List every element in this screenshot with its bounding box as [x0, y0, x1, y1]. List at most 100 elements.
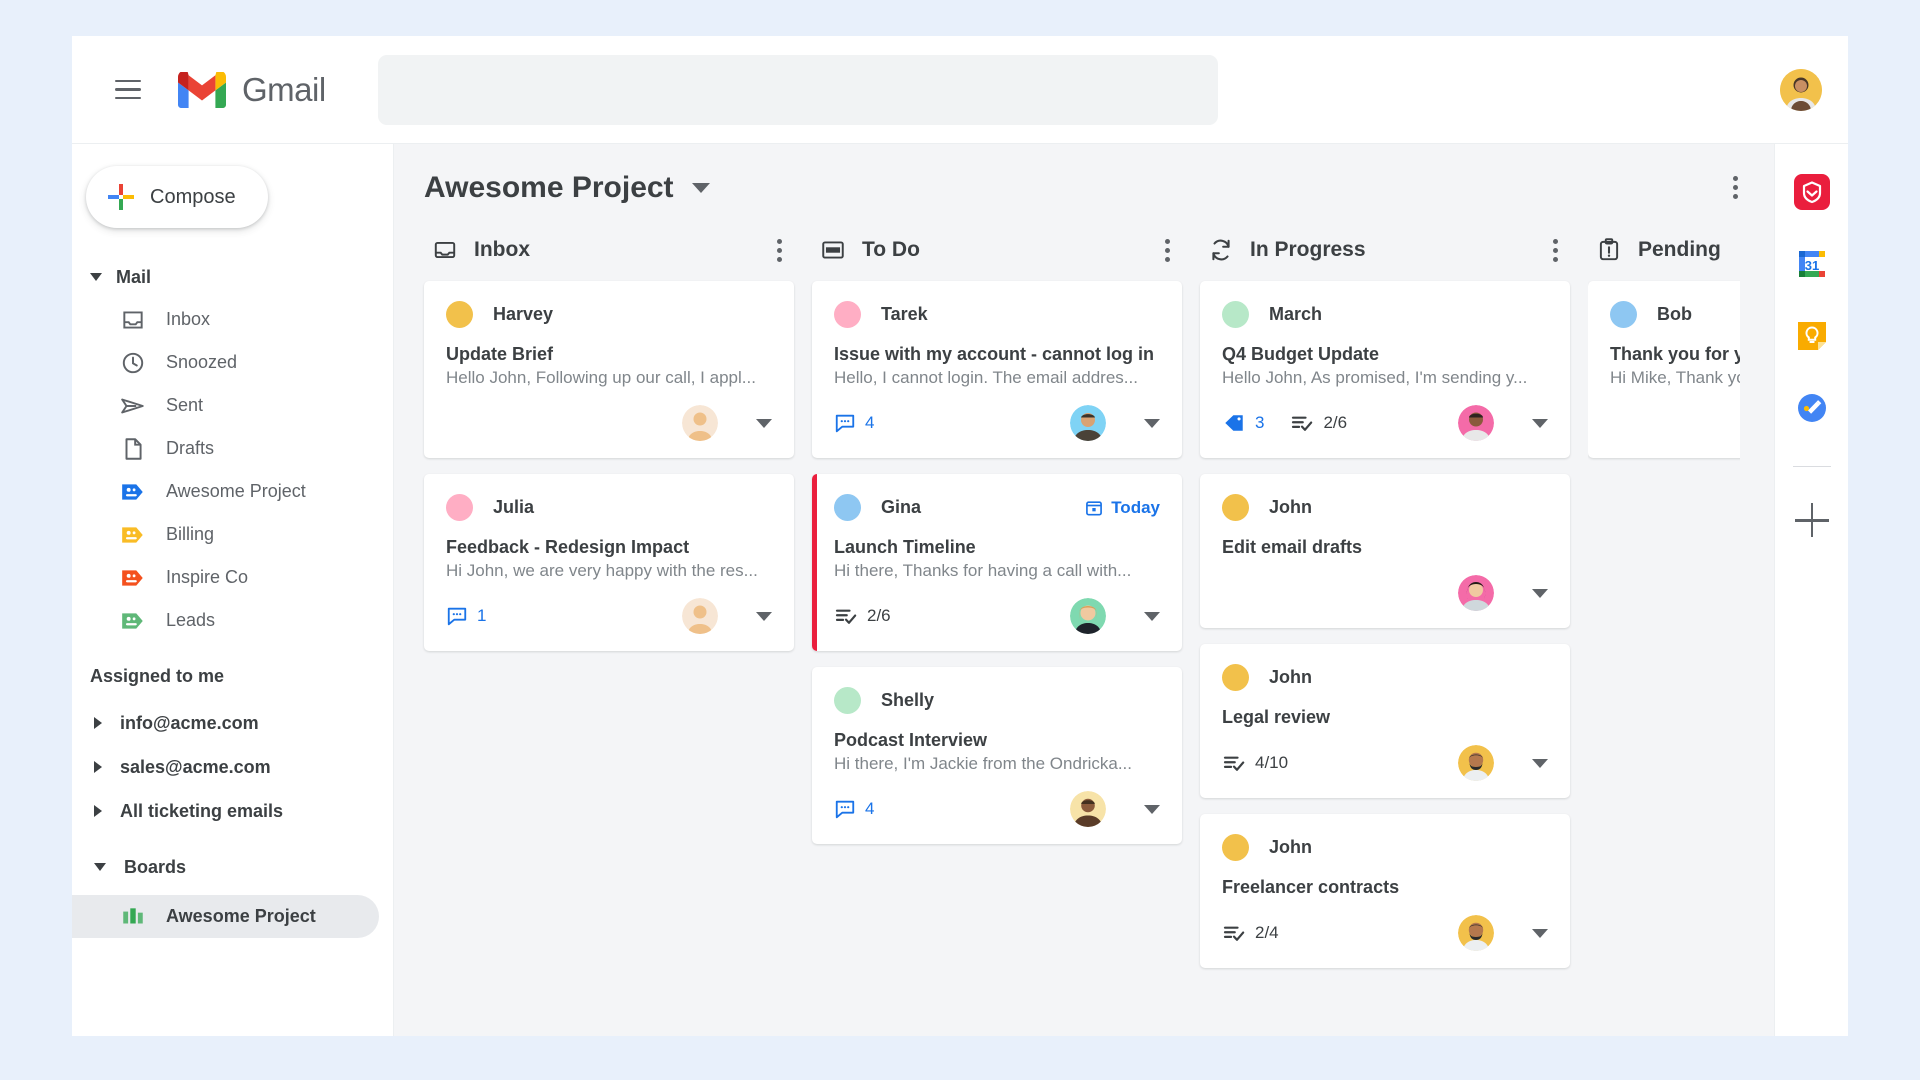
card-snippet: Hello, I cannot login. The email addres.… — [834, 368, 1138, 387]
card-snippet: Hello John, As promised, I'm sending y..… — [1222, 368, 1528, 387]
chevron-right-icon[interactable] — [94, 761, 102, 773]
card-assignee-avatar[interactable] — [682, 598, 718, 634]
add-app-button[interactable] — [1794, 503, 1829, 537]
clipboard-alert-icon — [1599, 238, 1619, 261]
card-comment-badge[interactable]: 4 — [834, 412, 874, 434]
left-sidebar: Compose Mail Inbox Snoozed Sent Drafts A… — [72, 144, 394, 1036]
sender-avatar-dot — [834, 494, 861, 521]
compose-label: Compose — [150, 185, 236, 208]
sidebar-item-billing-label: Billing — [166, 524, 215, 544]
card-checklist-badge[interactable]: 4/10 — [1222, 752, 1288, 774]
board-column-pending: Pending Bob Thank you for your help Hi M… — [1588, 219, 1740, 1025]
sidebar-item-drafts[interactable]: Drafts — [72, 427, 379, 470]
board-card[interactable]: March Q4 Budget Update Hello John, As pr… — [1200, 281, 1570, 458]
board-card[interactable]: Bob Thank you for your help Hi Mike, Tha… — [1588, 281, 1740, 458]
column-header-in-progress: In Progress — [1200, 219, 1570, 281]
card-assignee-dropdown-icon[interactable] — [1532, 588, 1548, 598]
calendar-icon — [1086, 500, 1103, 515]
card-assignee-avatar[interactable] — [1458, 405, 1494, 441]
card-subject: Freelancer contracts — [1222, 877, 1400, 897]
card-assignee-dropdown-icon[interactable] — [1532, 928, 1548, 938]
column-overflow-menu-icon[interactable] — [1159, 233, 1176, 268]
board-card[interactable]: Harvey Update Brief Hello John, Followin… — [424, 281, 794, 458]
chevron-right-icon[interactable] — [94, 717, 102, 729]
card-assignee-dropdown-icon[interactable] — [1144, 611, 1160, 621]
card-footer: 2/4 — [1222, 914, 1548, 952]
card-assignee-avatar[interactable] — [682, 405, 718, 441]
card-subject: Podcast Interview — [834, 730, 988, 750]
gmail-brand[interactable]: Gmail — [178, 71, 326, 109]
sidebar-item-billing[interactable]: Billing — [72, 513, 379, 556]
compose-button[interactable]: Compose — [86, 166, 268, 228]
card-assignee-dropdown-icon[interactable] — [1144, 418, 1160, 428]
search-bar[interactable] — [377, 54, 1218, 125]
sender-avatar-dot — [834, 301, 861, 328]
board-card[interactable]: John Freelancer contracts 2/4 — [1200, 814, 1570, 968]
board-card[interactable]: Shelly Podcast Interview Hi there, I'm J… — [812, 667, 1182, 844]
card-due-badge[interactable]: Today — [1084, 498, 1160, 518]
sidebar-item-snoozed[interactable]: Snoozed — [72, 341, 379, 384]
card-assignee-dropdown-icon[interactable] — [1144, 804, 1160, 814]
card-assignee-avatar[interactable] — [1070, 791, 1106, 827]
body-row: Compose Mail Inbox Snoozed Sent Drafts A… — [72, 144, 1848, 1036]
chevron-down-icon[interactable] — [90, 273, 102, 281]
card-assignee-avatar[interactable] — [1070, 405, 1106, 441]
board-column-inbox: Inbox Harvey Update Brief Hello John, Fo… — [424, 219, 794, 1025]
avatar-man-icon — [1070, 791, 1106, 827]
sidebar-item-inspire-co[interactable]: Inspire Co — [72, 556, 379, 599]
chevron-down-icon[interactable] — [94, 863, 106, 871]
board-overflow-menu-icon[interactable] — [1727, 170, 1744, 205]
avatar-man-icon — [1070, 405, 1106, 441]
sidebar-item-leads[interactable]: Leads — [72, 599, 379, 642]
card-assignee-avatar[interactable] — [1458, 745, 1494, 781]
drag-app-icon[interactable] — [1793, 174, 1830, 210]
google-keep-icon[interactable] — [1794, 318, 1830, 354]
board-card[interactable]: John Edit email drafts — [1200, 474, 1570, 628]
sidebar-item-sales-acme[interactable]: sales@acme.com — [72, 745, 393, 789]
google-calendar-icon[interactable]: 31 — [1794, 246, 1830, 282]
sidebar-item-inbox[interactable]: Inbox — [72, 298, 379, 341]
sidebar-item-awesome-project[interactable]: Awesome Project — [72, 470, 379, 513]
card-assignee-dropdown-icon[interactable] — [1532, 758, 1548, 768]
sidebar-item-all-ticketing-emails[interactable]: All ticketing emails — [72, 789, 393, 833]
card-subject: Edit email drafts — [1222, 537, 1363, 557]
board-card[interactable]: John Legal review 4/10 — [1200, 644, 1570, 798]
sidebar-item-info-acme[interactable]: info@acme.com — [72, 701, 393, 745]
chevron-down-icon[interactable] — [691, 182, 710, 193]
card-label-badge[interactable]: 3 — [1222, 412, 1264, 434]
card-assignee-avatar[interactable] — [1458, 915, 1494, 951]
chevron-right-icon[interactable] — [94, 805, 102, 817]
card-comment-badge[interactable]: 1 — [446, 605, 486, 627]
comment-icon — [835, 414, 855, 433]
card-footer: 2/6 — [834, 597, 1160, 635]
card-assignee-avatar[interactable] — [1458, 575, 1494, 611]
main-menu-icon[interactable] — [104, 66, 152, 114]
card-snippet: Hi John, we are very happy with the res.… — [446, 561, 758, 580]
board-card[interactable]: Julia Feedback - Redesign Impact Hi John… — [424, 474, 794, 651]
column-overflow-menu-icon[interactable] — [1547, 233, 1564, 268]
plus-color-icon — [108, 184, 134, 210]
board-card[interactable]: Gina Today Launch Timeline Hi there, Tha… — [812, 474, 1182, 651]
google-tasks-icon[interactable] — [1794, 390, 1830, 426]
sync-arrows-icon — [1212, 239, 1230, 261]
card-assignee-dropdown-icon[interactable] — [1532, 418, 1548, 428]
sidebar-group-mail[interactable]: Mail — [72, 256, 393, 298]
sidebar-board-awesome-project[interactable]: Awesome Project — [72, 895, 379, 938]
avatar[interactable] — [1780, 68, 1822, 111]
card-subject: Issue with my account - cannot log in — [834, 344, 1155, 364]
card-footer — [1610, 404, 1740, 442]
card-checklist-badge[interactable]: 2/6 — [1290, 412, 1347, 434]
page-title: Awesome Project — [424, 170, 674, 204]
card-comment-badge[interactable]: 4 — [834, 798, 874, 820]
card-assignee-dropdown-icon[interactable] — [756, 418, 772, 428]
card-checklist-badge[interactable]: 2/6 — [834, 605, 891, 627]
board-card[interactable]: Tarek Issue with my account - cannot log… — [812, 281, 1182, 458]
search-input[interactable] — [377, 54, 1218, 125]
pipeline-tag-icon — [122, 569, 143, 586]
column-overflow-menu-icon[interactable] — [771, 233, 788, 268]
card-assignee-avatar[interactable] — [1070, 598, 1106, 634]
card-checklist-badge[interactable]: 2/4 — [1222, 922, 1279, 944]
card-assignee-dropdown-icon[interactable] — [756, 611, 772, 621]
sidebar-item-sent[interactable]: Sent — [72, 384, 379, 427]
sidebar-group-boards[interactable]: Boards — [72, 845, 393, 889]
